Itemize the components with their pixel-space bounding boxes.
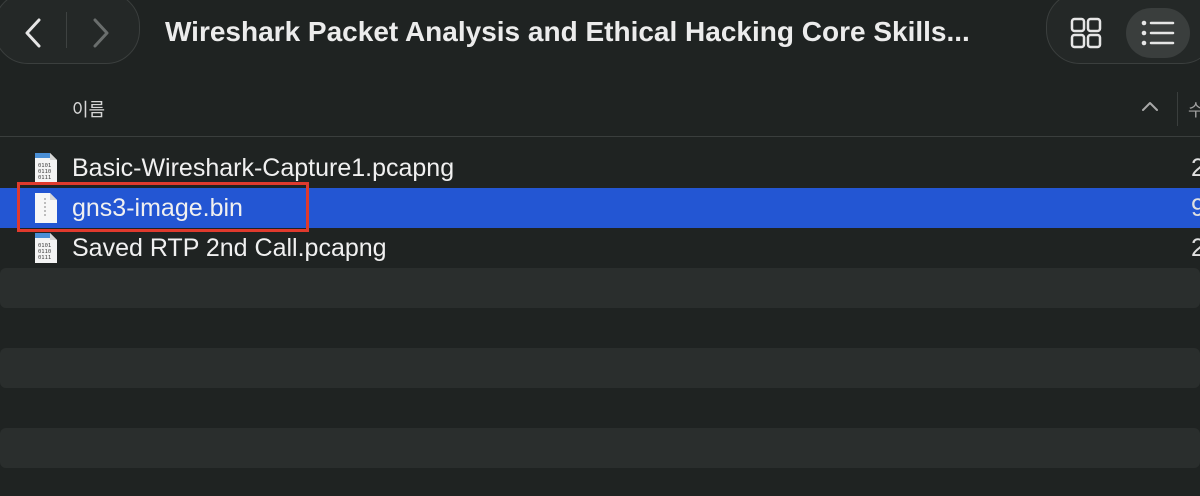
file-row-selected[interactable]: gns3-image.bin 9 bbox=[0, 188, 1200, 228]
grid-icon bbox=[1070, 17, 1102, 49]
file-name: gns3-image.bin bbox=[72, 194, 243, 222]
list-view-button[interactable] bbox=[1126, 8, 1190, 58]
empty-row-stripe bbox=[0, 428, 1200, 468]
file-name: Saved RTP 2nd Call.pcapng bbox=[72, 234, 387, 262]
chevron-left-icon bbox=[25, 18, 41, 48]
forward-button[interactable] bbox=[76, 8, 126, 58]
svg-text:0111: 0111 bbox=[38, 255, 51, 261]
window-title: Wireshark Packet Analysis and Ethical Ha… bbox=[165, 16, 970, 47]
svg-text:0111: 0111 bbox=[38, 175, 51, 181]
column-header: 이름 bbox=[0, 66, 1200, 137]
column-size-header[interactable]: 수 bbox=[1188, 96, 1200, 121]
file-size: 9 bbox=[1191, 194, 1200, 222]
file-row[interactable]: 0101 0110 0111 Saved RTP 2nd Call.pcapng… bbox=[0, 228, 1200, 268]
nav-divider bbox=[66, 12, 67, 48]
empty-row-stripe bbox=[0, 348, 1200, 388]
file-row[interactable]: 0101 0110 0111 Basic-Wireshark-Capture1.… bbox=[0, 148, 1200, 188]
back-button[interactable] bbox=[8, 8, 58, 58]
pcapng-file-icon: 0101 0110 0111 bbox=[35, 153, 57, 183]
binary-file-icon bbox=[35, 193, 57, 223]
column-name-header[interactable]: 이름 bbox=[72, 96, 105, 122]
file-size: 2 bbox=[1191, 234, 1200, 262]
chevron-right-icon bbox=[93, 18, 109, 48]
icon-view-button[interactable] bbox=[1060, 8, 1112, 58]
column-divider[interactable] bbox=[1177, 92, 1178, 126]
file-size: 2 bbox=[1191, 154, 1200, 182]
list-icon bbox=[1141, 20, 1175, 46]
sort-ascending-icon[interactable] bbox=[1141, 100, 1159, 112]
pcapng-file-icon: 0101 0110 0111 bbox=[35, 233, 57, 263]
toolbar: Wireshark Packet Analysis and Ethical Ha… bbox=[0, 0, 1200, 66]
file-name: Basic-Wireshark-Capture1.pcapng bbox=[72, 154, 455, 182]
empty-row-stripe bbox=[0, 268, 1200, 308]
